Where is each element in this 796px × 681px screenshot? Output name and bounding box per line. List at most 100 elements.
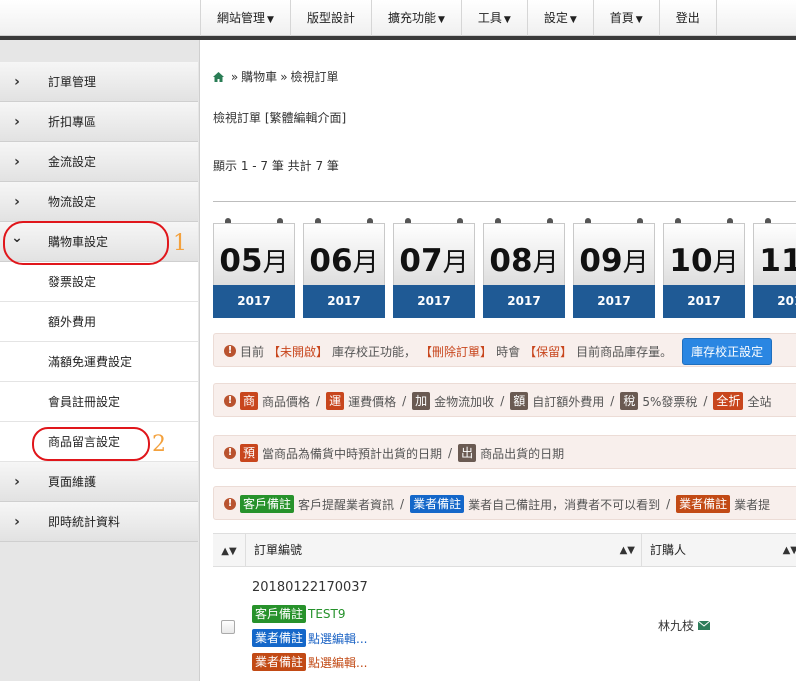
sidebar-subitem-member-registration[interactable]: 會員註冊設定 (0, 382, 198, 422)
month-card[interactable]: 07月 2017 (393, 218, 475, 318)
merchant-remark-2-edit-link[interactable]: 點選編輯... (308, 654, 367, 671)
nav-site-management[interactable]: 網站管理 ▼ (200, 0, 290, 36)
tag-shipping: 運 (326, 392, 345, 410)
sidebar-item-label: 折扣專區 (48, 115, 97, 129)
column-order-number[interactable]: 訂單編號 ▲▼ (246, 534, 642, 567)
sidebar-item-logistics[interactable]: › 物流設定 (0, 182, 198, 222)
breadcrumb-item-cart[interactable]: 購物車 (241, 70, 277, 84)
tag-product: 商 (240, 392, 259, 410)
annotation-number-2: 2 (152, 432, 166, 457)
month-card-year: 2017 (393, 285, 475, 318)
tag-merchant-remark-alt: 業者備註 (252, 653, 307, 671)
sidebar-item-discounts[interactable]: › 折扣專區 (0, 102, 198, 142)
legend-label: 業者提 (734, 497, 771, 512)
sidebar-item-payment[interactable]: › 金流設定 (0, 142, 198, 182)
order-number[interactable]: 20180122170037 (252, 580, 368, 595)
row-checkbox[interactable] (221, 620, 235, 634)
inventory-notice: ! 目前 【未開啟】 庫存校正功能， 【刪除訂單】 時會 【保留】 目前商品庫存量。 庫存校… (213, 333, 796, 367)
legend-label: 客戶提醒業者資訊 (298, 497, 395, 512)
month-card-year: 2017 (213, 285, 295, 318)
month-card[interactable]: 11月 2017 (753, 218, 796, 318)
sidebar-subitem-free-shipping[interactable]: 滿額免運費設定 (0, 342, 198, 382)
nav-extensions[interactable]: 擴充功能 ▼ (370, 0, 461, 36)
month-card-face: 07月 (393, 223, 475, 285)
tag-expected: 預 (240, 444, 259, 462)
select-column-sort[interactable]: ▲▼ (213, 534, 246, 567)
exclamation-icon: ! (224, 447, 236, 459)
notice-text: 目前商品庫存量。 (576, 344, 673, 359)
sidebar: › 訂單管理 › 折扣專區 › 金流設定 › 物流設定 ⌄ 購物車設定 發票設定… (0, 40, 200, 681)
breadcrumb-separator: » (230, 70, 239, 84)
caret-down-icon: ▼ (503, 15, 511, 25)
chevron-right-icon: › (14, 114, 20, 130)
exclamation-icon: ! (224, 395, 236, 407)
tag-merchant-remark-alt: 業者備註 (676, 495, 731, 513)
column-header-label: 訂單編號 (254, 543, 303, 557)
table-row[interactable]: 20180122170037 客戶備註 TEST9 業者備註 點選編輯... 業者備… (213, 568, 796, 681)
merchant-remark-edit-link[interactable]: 點選編輯... (308, 630, 367, 647)
sort-icon: ▲▼ (221, 546, 237, 557)
main-content: » 購物車» 檢視訂單 檢視訂單 [繁體編輯介面] 顯示 1 - 7 筆 共計 7 … (201, 40, 796, 681)
nav-home[interactable]: 首頁 ▼ (592, 0, 659, 36)
legend-label: 當商品為備貨中時預計出貨的日期 (262, 446, 443, 461)
annotation-circle-2 (32, 427, 150, 461)
merchant-remark-2: 業者備註 點選編輯... (252, 653, 367, 671)
month-card[interactable]: 10月 2017 (663, 218, 745, 318)
notice-text: 時會 (496, 344, 521, 359)
tag-surcharge: 加 (412, 392, 431, 410)
nav-template-design[interactable]: 版型設計 (289, 0, 371, 36)
tag-customer-remark: 客戶備註 (252, 605, 307, 623)
tag-extra: 額 (510, 392, 529, 410)
chevron-right-icon: › (14, 154, 20, 170)
month-card[interactable]: 06月 2017 (303, 218, 385, 318)
inventory-correction-button[interactable]: 庫存校正設定 (682, 337, 773, 365)
legend-label: 商品出貨的日期 (480, 446, 565, 461)
top-nav-menu: 網站管理 ▼ 版型設計 擴充功能 ▼ 工具 ▼ 設定 ▼ 首頁 ▼ 登出 (200, 0, 717, 36)
remark-legend-notice: ! 客戶備註 客戶提醒業者資訊 / 業者備註 業者自己備註用，消費者不可以看到 / 業者… (213, 486, 796, 520)
month-card-face: 05月 (213, 223, 295, 285)
nav-settings[interactable]: 設定 ▼ (526, 0, 593, 36)
sidebar-item-label: 物流設定 (48, 195, 97, 209)
month-card[interactable]: 05月 2017 (213, 218, 295, 318)
ship-date-legend-notice: ! 預當商品為備貨中時預計出貨的日期 / 出商品出貨的日期 (213, 435, 796, 469)
month-card-year: 2017 (573, 285, 655, 318)
notice-text: 目前 (240, 344, 265, 359)
nav-logout[interactable]: 登出 (658, 0, 717, 36)
nav-tools[interactable]: 工具 ▼ (460, 0, 527, 36)
caret-down-icon: ▼ (267, 15, 274, 25)
month-card[interactable]: 09月 2017 (573, 218, 655, 318)
breadcrumb-item-view-orders[interactable]: 檢視訂單 (291, 70, 339, 84)
merchant-remark: 業者備註 點選編輯... (252, 629, 367, 647)
month-card-face: 09月 (573, 223, 655, 285)
caret-down-icon: ▼ (437, 15, 445, 25)
month-card-year: 2017 (303, 285, 385, 318)
month-card[interactable]: 08月 2017 (483, 218, 565, 318)
column-buyer[interactable]: 訂購人 ▲▼ (642, 534, 796, 567)
month-card-face: 11月 (753, 223, 796, 285)
legend-label: 業者自己備註用，消費者不可以看到 (468, 497, 661, 512)
legend-label: 自訂額外費用 (532, 394, 605, 409)
annotation-circle-1 (3, 221, 169, 265)
month-card-face: 06月 (303, 223, 385, 285)
annotation-number-1: 1 (173, 231, 187, 256)
exclamation-icon: ! (224, 345, 236, 357)
sidebar-item-page-maintenance[interactable]: › 頁面維護 (0, 462, 198, 502)
legend-label: 商品價格 (262, 394, 311, 409)
home-icon[interactable] (213, 71, 224, 85)
month-card-year: 2017 (663, 285, 745, 318)
notice-highlight: 【刪除訂單】 (420, 344, 493, 359)
breadcrumb: » 購物車» 檢視訂單 (213, 68, 339, 85)
sidebar-subitem-extra-fees[interactable]: 額外費用 (0, 302, 198, 342)
month-card-face: 10月 (663, 223, 745, 285)
envelope-icon[interactable] (697, 619, 711, 633)
top-navbar: 網站管理 ▼ 版型設計 擴充功能 ▼ 工具 ▼ 設定 ▼ 首頁 ▼ 登出 (0, 0, 796, 36)
breadcrumb-separator: » (280, 70, 288, 84)
sidebar-item-label: 即時統計資料 (48, 515, 121, 529)
exclamation-icon: ! (224, 498, 236, 510)
chevron-right-icon: › (14, 74, 20, 90)
sidebar-item-orders[interactable]: › 訂單管理 (0, 62, 198, 102)
legend-label: 5%發票稅 (642, 394, 698, 409)
month-card-year: 2017 (483, 285, 565, 318)
sidebar-item-realtime-stats[interactable]: › 即時統計資料 (0, 502, 198, 542)
sidebar-subitem-invoice[interactable]: 發票設定 (0, 262, 198, 302)
